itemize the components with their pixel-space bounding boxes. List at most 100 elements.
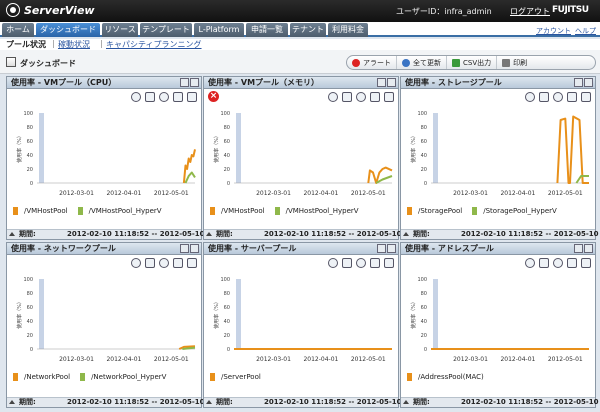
- maximize-icon[interactable]: [190, 78, 199, 87]
- subnav-capacity-planning[interactable]: キャパシティプランニング: [106, 39, 202, 50]
- subnav-operation-status[interactable]: 稼動状況: [58, 39, 90, 50]
- collapse-icon[interactable]: [403, 400, 409, 404]
- minimize-icon[interactable]: [377, 78, 386, 87]
- help-link[interactable]: ヘルプ: [575, 27, 596, 35]
- tab-resources[interactable]: リソース: [102, 23, 138, 37]
- sub-navigation: プール状況 | 稼動状況 | キャパシティプランニング: [0, 39, 600, 50]
- collapse-icon[interactable]: [206, 232, 212, 236]
- filter-icon[interactable]: [567, 258, 577, 268]
- panel-toolbar: [7, 256, 201, 270]
- alert-label: アラート: [363, 58, 391, 67]
- print-label: 印刷: [513, 58, 528, 67]
- minimize-icon[interactable]: [377, 244, 386, 253]
- settings-icon[interactable]: [553, 258, 563, 268]
- minimize-icon[interactable]: [180, 244, 189, 253]
- minimize-icon[interactable]: [180, 78, 189, 87]
- maximize-icon[interactable]: [190, 244, 199, 253]
- tab-tenants[interactable]: テナント: [290, 23, 326, 37]
- minimize-icon[interactable]: [574, 244, 583, 253]
- tab-templates[interactable]: テンプレート: [140, 23, 192, 37]
- refresh-icon[interactable]: [525, 258, 535, 268]
- dropdown-icon[interactable]: [187, 92, 197, 102]
- legend-swatch: [210, 373, 215, 381]
- panel-title: 使用率 - アドレスプール: [401, 243, 595, 255]
- x-tick-label: 2012-04-01: [106, 356, 141, 363]
- filter-icon[interactable]: [173, 92, 183, 102]
- legend-swatch: [407, 207, 412, 215]
- settings-icon[interactable]: [553, 92, 563, 102]
- legend-swatch: [77, 207, 83, 215]
- x-tick-label: 2012-03-01: [453, 190, 488, 197]
- dropdown-icon[interactable]: [384, 258, 394, 268]
- panel-title-text: 使用率 - ネットワークプール: [11, 244, 116, 253]
- panel-title: 使用率 - VMプール（CPU）: [7, 77, 201, 89]
- tab-requests[interactable]: 申請一覧: [246, 23, 288, 37]
- dropdown-icon[interactable]: [581, 92, 591, 102]
- table-view-icon[interactable]: [539, 258, 549, 268]
- y-tick-label: 60: [27, 139, 33, 145]
- series-line: [184, 171, 196, 184]
- panel-title: 使用率 - VMプール（メモリ）: [204, 77, 398, 89]
- panel-window-buttons: [179, 244, 199, 253]
- usage-chart: 使用率（%） 100 80 60 40 20 0 2012-03-01 2012-04-01 20…: [410, 111, 589, 197]
- settings-icon[interactable]: [159, 92, 169, 102]
- dropdown-icon[interactable]: [187, 258, 197, 268]
- filter-icon[interactable]: [567, 92, 577, 102]
- table-view-icon[interactable]: [145, 92, 155, 102]
- refresh-icon[interactable]: [131, 92, 141, 102]
- table-view-icon[interactable]: [145, 258, 155, 268]
- refresh-all-button[interactable]: 全て更新: [397, 56, 447, 69]
- table-view-icon[interactable]: [342, 92, 352, 102]
- filter-icon[interactable]: [173, 258, 183, 268]
- settings-icon[interactable]: [356, 258, 366, 268]
- dropdown-icon[interactable]: [384, 92, 394, 102]
- settings-icon[interactable]: [356, 92, 366, 102]
- alert-button[interactable]: アラート: [347, 56, 397, 69]
- tab-charges[interactable]: 利用料金: [328, 23, 368, 37]
- maximize-icon[interactable]: [584, 244, 593, 253]
- table-view-icon[interactable]: [342, 258, 352, 268]
- collapse-icon[interactable]: [9, 400, 15, 404]
- panel-period-bar: 期間: 2012-02-10 11:18:52 -- 2012-05-10: [204, 397, 402, 407]
- refresh-icon[interactable]: [131, 258, 141, 268]
- usage-chart: 使用率（%） 100 80 60 40 20 0 2012-03-01 2012-04-01 20…: [213, 277, 392, 363]
- chart-panel: 使用率 - サーバープール /ServerPool 期間: 2012-02-10…: [203, 242, 402, 408]
- series-line: [556, 115, 589, 184]
- x-tick-label: 2012-03-01: [59, 190, 94, 197]
- x-tick-label: 2012-04-01: [500, 356, 535, 363]
- csv-export-button[interactable]: CSV出力: [447, 56, 498, 69]
- tab-l-platform[interactable]: L-Platform: [194, 23, 244, 37]
- panel-title: 使用率 - ストレージプール: [401, 77, 595, 89]
- table-view-icon[interactable]: [539, 92, 549, 102]
- error-icon[interactable]: ×: [208, 91, 219, 102]
- period-label: 期間:: [216, 230, 233, 238]
- y-axis-label: 使用率（%）: [410, 133, 417, 163]
- settings-icon[interactable]: [159, 258, 169, 268]
- collapse-icon[interactable]: [206, 400, 212, 404]
- maximize-icon[interactable]: [387, 244, 396, 253]
- panel-toolbar: [401, 256, 595, 270]
- collapse-icon[interactable]: [9, 232, 15, 236]
- tab-home[interactable]: ホーム: [2, 23, 34, 37]
- account-link[interactable]: アカウント: [536, 27, 571, 35]
- filter-icon[interactable]: [370, 92, 380, 102]
- maximize-icon[interactable]: [584, 78, 593, 87]
- minimize-icon[interactable]: [574, 78, 583, 87]
- refresh-icon[interactable]: [328, 258, 338, 268]
- print-button[interactable]: 印刷: [497, 56, 532, 69]
- y-axis-label: 使用率（%）: [410, 299, 417, 329]
- legend-label: /NetworkPool_HyperV: [91, 373, 167, 381]
- chart-legend: /AddressPool(MAC): [407, 373, 484, 381]
- refresh-icon[interactable]: [328, 92, 338, 102]
- subnav-pool-status[interactable]: プール状況: [6, 39, 46, 50]
- filter-icon[interactable]: [370, 258, 380, 268]
- logout-link[interactable]: ログアウト: [510, 6, 550, 17]
- usage-chart: 使用率（%） 100 80 60 40 20 0 2012-03-01 2012-04-01 20…: [16, 111, 196, 197]
- dropdown-icon[interactable]: [581, 258, 591, 268]
- panel-toolbar: [7, 90, 201, 104]
- collapse-icon[interactable]: [403, 232, 409, 236]
- x-tick-label: 2012-04-01: [303, 190, 338, 197]
- tab-dashboard[interactable]: ダッシュボード: [36, 23, 100, 37]
- refresh-icon[interactable]: [525, 92, 535, 102]
- maximize-icon[interactable]: [387, 78, 396, 87]
